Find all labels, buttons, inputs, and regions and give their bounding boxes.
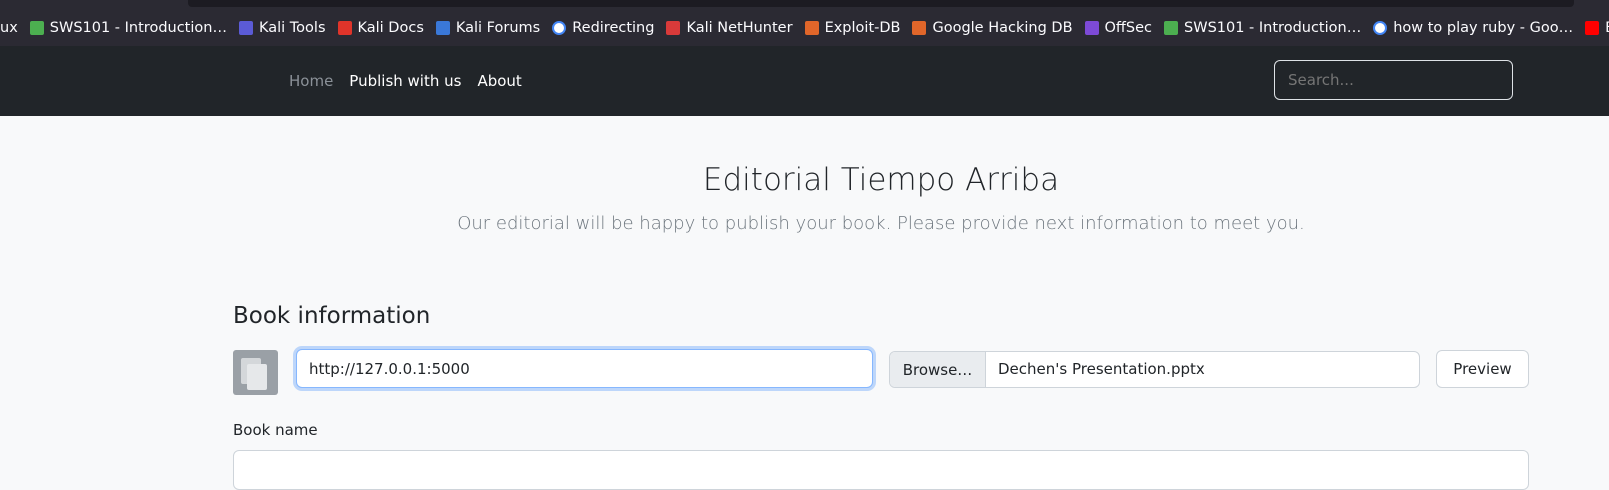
- book-information-heading: Book information: [233, 303, 431, 329]
- bookmark-item[interactable]: SWS101 - Introduction…: [29, 20, 227, 36]
- bookmark-item[interactable]: Exploit-DB: [804, 20, 901, 36]
- google-icon: [1373, 21, 1388, 35]
- bookmark-label: SWS101 - Introduction…: [1184, 20, 1362, 36]
- bookmark-label: ux: [0, 20, 18, 36]
- preview-button[interactable]: Preview: [1436, 350, 1529, 388]
- nav-home-link[interactable]: Home: [289, 72, 333, 90]
- cover-page-front: [247, 364, 267, 390]
- bookmarks-list: ux SWS101 - Introduction… Kali Tools Kali D…: [0, 17, 1609, 39]
- nav-about-link[interactable]: About: [477, 72, 521, 90]
- book-name-input[interactable]: [233, 450, 1529, 490]
- browse-button[interactable]: Browse…: [890, 352, 986, 387]
- bookmark-label: Kali Docs: [357, 20, 424, 36]
- youtube-icon: [1585, 21, 1600, 35]
- sws-icon: [1164, 21, 1179, 35]
- book-url-input[interactable]: [296, 349, 873, 388]
- kali-forums-icon: [435, 21, 450, 35]
- bookmark-item[interactable]: Google Hacking DB: [912, 20, 1073, 36]
- bookmark-label: Kali Tools: [258, 20, 326, 36]
- bookmark-item[interactable]: how to play ruby - Goo…: [1373, 20, 1573, 36]
- bookmark-label: Kali Forums: [455, 20, 541, 36]
- bookmarks-bar: ux SWS101 - Introduction… Kali Tools Kali D…: [0, 0, 1609, 46]
- book-name-label: Book name: [233, 421, 318, 439]
- google-icon: [552, 21, 567, 35]
- page-title: Editorial Tiempo Arriba: [702, 162, 1060, 198]
- bookmark-label: Redirecting: [572, 20, 655, 36]
- bookmark-label: how to play ruby - Goo…: [1393, 20, 1574, 36]
- bookmark-label: SWS101 - Introduction…: [49, 20, 227, 36]
- bookmark-label: OffSec: [1104, 20, 1153, 36]
- bookmark-item[interactable]: Redirecting: [552, 20, 654, 36]
- navbar: Home Publish with us About: [0, 46, 1609, 116]
- bookmark-item[interactable]: Kali Docs: [337, 20, 424, 36]
- ghdb-icon: [912, 21, 927, 35]
- bookmark-label: Broken Access Co: [1605, 20, 1609, 36]
- kali-docs-icon: [337, 21, 352, 35]
- search-input[interactable]: [1274, 60, 1513, 100]
- bookmark-label: Google Hacking DB: [932, 20, 1073, 36]
- offsec-icon: [1084, 21, 1099, 35]
- bookmark-item[interactable]: ux: [0, 20, 18, 36]
- selected-file-name: Dechen's Presentation.pptx: [998, 360, 1205, 378]
- nethunter-icon: [666, 21, 681, 35]
- kali-tools-icon: [238, 21, 253, 35]
- page-subtitle: Our editorial will be happy to publish y…: [457, 213, 1305, 234]
- nav-publish-link[interactable]: Publish with us: [349, 72, 461, 90]
- bookmark-item[interactable]: Broken Access Co: [1585, 20, 1609, 36]
- book-cover-placeholder-icon: [233, 350, 278, 395]
- bookmark-item[interactable]: SWS101 - Introduction…: [1164, 20, 1361, 36]
- bookmark-label: Exploit-DB: [824, 20, 901, 36]
- file-upload-field[interactable]: Browse… Dechen's Presentation.pptx: [889, 351, 1420, 388]
- bookmark-item[interactable]: Kali Forums: [435, 20, 541, 36]
- bookmark-item[interactable]: OffSec: [1084, 20, 1153, 36]
- bookmark-item[interactable]: Kali Tools: [238, 20, 326, 36]
- exploitdb-icon: [804, 21, 819, 35]
- nav-links: Home Publish with us About: [289, 46, 538, 116]
- url-bar-edge: [188, 0, 1574, 7]
- bookmark-label: Kali NetHunter: [686, 20, 793, 36]
- sws-icon: [29, 21, 44, 35]
- bookmark-item[interactable]: Kali NetHunter: [666, 20, 793, 36]
